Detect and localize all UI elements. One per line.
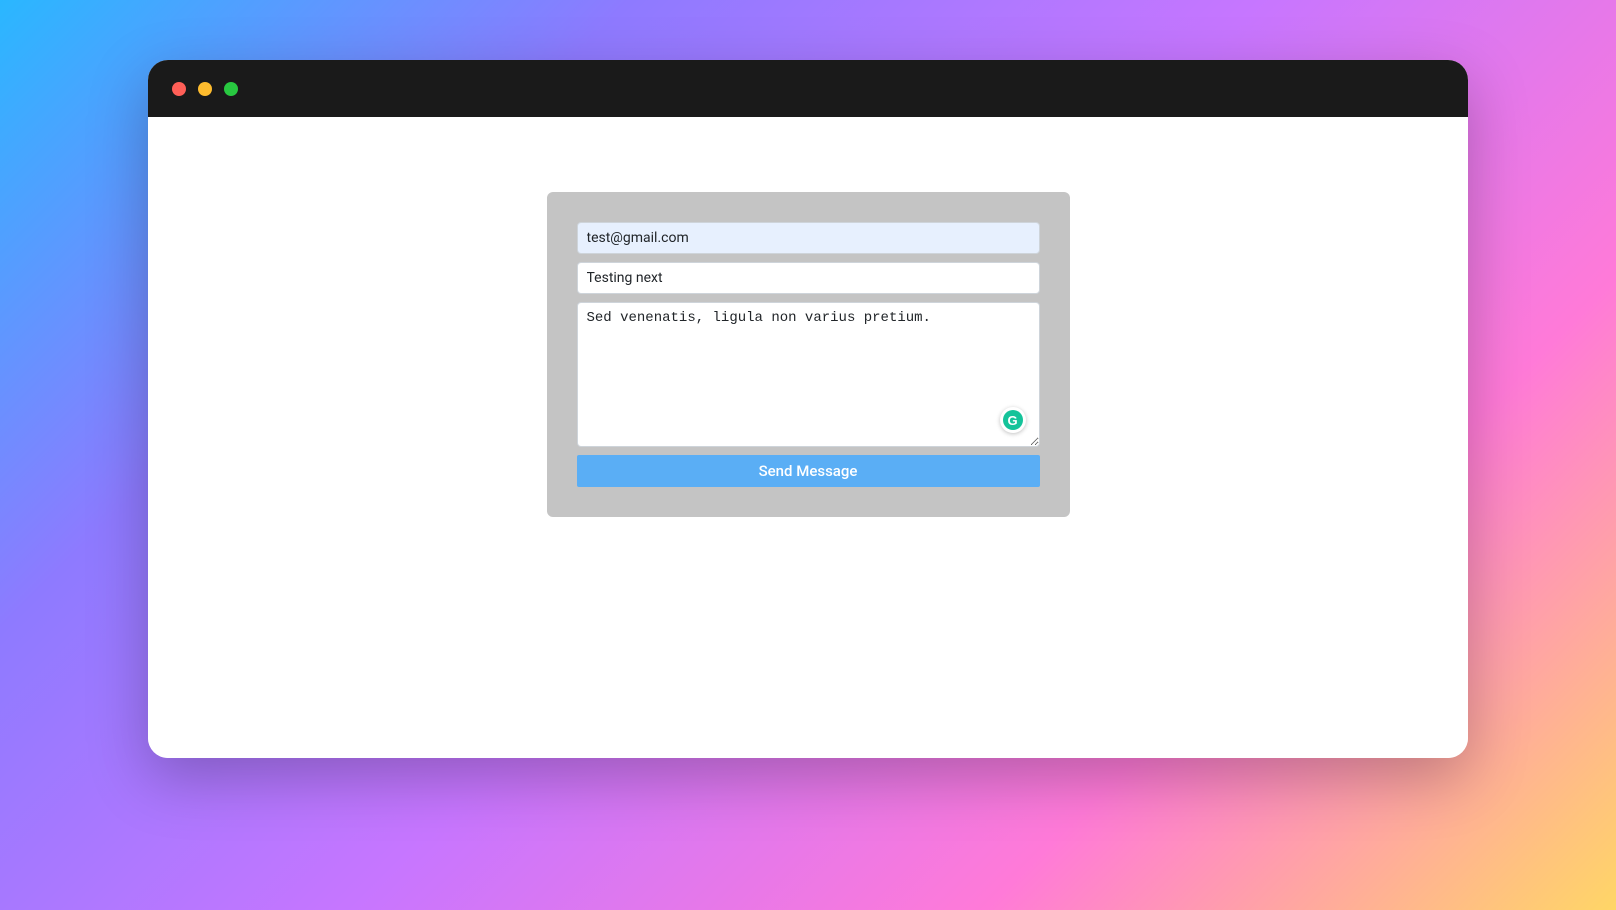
message-textarea[interactable]: [577, 302, 1040, 447]
browser-window: G Send Message: [148, 60, 1468, 758]
grammarly-glyph: G: [1003, 410, 1023, 430]
close-window-button[interactable]: [172, 82, 186, 96]
message-wrapper: G: [577, 302, 1040, 447]
window-titlebar: [148, 60, 1468, 117]
page-content: G Send Message: [148, 117, 1468, 758]
email-input[interactable]: [577, 222, 1040, 254]
grammarly-icon[interactable]: G: [1000, 407, 1026, 433]
subject-input[interactable]: [577, 262, 1040, 294]
minimize-window-button[interactable]: [198, 82, 212, 96]
contact-form: G Send Message: [547, 192, 1070, 517]
send-message-button[interactable]: Send Message: [577, 455, 1040, 487]
maximize-window-button[interactable]: [224, 82, 238, 96]
